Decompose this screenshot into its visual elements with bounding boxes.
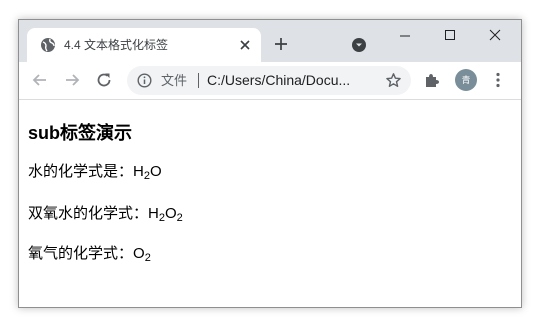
back-arrow-icon[interactable] bbox=[31, 71, 49, 89]
window-close-icon[interactable] bbox=[487, 27, 503, 43]
subscript: 2 bbox=[144, 252, 151, 264]
maximize-icon[interactable] bbox=[442, 27, 458, 43]
page-heading: sub标签演示 bbox=[28, 123, 133, 143]
page-content: sub标签演示 水的化学式是：H2O 双氧水的化学式：H2O2 氧气的化学式：O… bbox=[19, 100, 521, 307]
reload-icon[interactable] bbox=[95, 71, 113, 89]
hydrogen-peroxide-formula-line: 双氧水的化学式：H2O2 bbox=[28, 204, 183, 224]
tab-search-icon[interactable] bbox=[351, 37, 367, 53]
info-icon[interactable] bbox=[137, 73, 152, 88]
browser-window: 4.4 文本格式化标签 文件 C:/Users/China/Docu... 青 … bbox=[18, 19, 522, 308]
formula-text: H bbox=[133, 163, 144, 180]
globe-icon bbox=[40, 37, 56, 53]
tab-title: 4.4 文本格式化标签 bbox=[64, 38, 169, 52]
forward-arrow-icon[interactable] bbox=[63, 71, 81, 89]
browser-toolbar: 文件 C:/Users/China/Docu... 青 bbox=[19, 62, 521, 100]
minimize-icon[interactable] bbox=[397, 28, 413, 44]
kebab-menu-icon[interactable] bbox=[489, 71, 507, 89]
formula-text: O bbox=[149, 163, 162, 180]
oxygen-formula-line: 氧气的化学式：O2 bbox=[28, 244, 151, 264]
hydrogen-peroxide-formula-label: 双氧水的化学式： bbox=[28, 205, 149, 222]
puzzle-icon[interactable] bbox=[423, 71, 441, 89]
formula-text: O bbox=[164, 205, 177, 222]
formula-text: O bbox=[133, 245, 145, 262]
tab-strip: 4.4 文本格式化标签 bbox=[19, 20, 521, 62]
oxygen-formula-label: 氧气的化学式： bbox=[28, 245, 134, 262]
address-bar[interactable]: 文件 C:/Users/China/Docu... bbox=[127, 66, 411, 95]
water-formula-line: 水的化学式是：H2O bbox=[28, 162, 162, 182]
subscript: 2 bbox=[176, 212, 183, 224]
water-formula-label: 水的化学式是： bbox=[28, 163, 134, 180]
active-tab[interactable]: 4.4 文本格式化标签 bbox=[27, 28, 261, 62]
profile-avatar[interactable]: 青 bbox=[455, 69, 477, 91]
formula-text: H bbox=[148, 205, 159, 222]
tab-close-icon[interactable] bbox=[237, 37, 253, 53]
url-text[interactable]: C:/Users/China/Docu... bbox=[207, 72, 350, 89]
file-scheme-chip: 文件 bbox=[161, 73, 188, 88]
omnibox-divider bbox=[198, 73, 199, 88]
new-tab-plus-icon[interactable] bbox=[273, 36, 289, 52]
bookmark-star-icon[interactable] bbox=[385, 72, 402, 89]
